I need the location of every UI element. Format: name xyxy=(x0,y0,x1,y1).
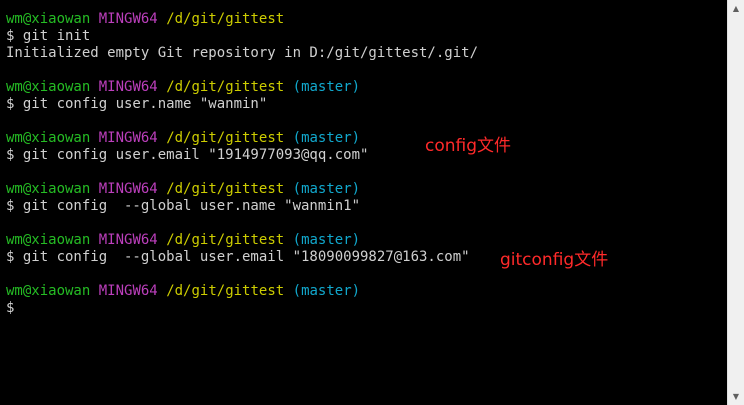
prompt-branch: (master) xyxy=(292,232,361,248)
scroll-up-arrow-icon[interactable]: ▲ xyxy=(728,0,744,17)
prompt-line: wm@xiaowan MINGW64 /d/git/gittest (maste… xyxy=(6,181,722,198)
prompt-system: MINGW64 xyxy=(98,79,158,95)
annotation-config: config文件 xyxy=(425,136,512,156)
command-prompt-input[interactable]: $ xyxy=(6,300,722,317)
prompt-path: /d/git/gittest xyxy=(166,11,285,27)
prompt-branch: (master) xyxy=(292,181,361,197)
command-line: $ git config user.email "1914977093@qq.c… xyxy=(6,147,369,163)
scroll-down-arrow-icon[interactable]: ▼ xyxy=(728,388,744,405)
command-output: Initialized empty Git repository in D:/g… xyxy=(6,45,479,61)
prompt-path: /d/git/gittest xyxy=(166,130,285,146)
prompt-line: wm@xiaowan MINGW64 /d/git/gittest (maste… xyxy=(6,130,722,147)
prompt-line: wm@xiaowan MINGW64 /d/git/gittest xyxy=(6,11,722,28)
prompt-system: MINGW64 xyxy=(98,283,158,299)
prompt-user-host: wm@xiaowan xyxy=(6,79,91,95)
prompt-user-host: wm@xiaowan xyxy=(6,283,91,299)
prompt-user-host: wm@xiaowan xyxy=(6,181,91,197)
command-line: $ git init xyxy=(6,28,91,44)
scroll-thumb[interactable] xyxy=(730,17,741,387)
prompt-user-host: wm@xiaowan xyxy=(6,130,91,146)
prompt-system: MINGW64 xyxy=(98,11,158,27)
prompt-branch: (master) xyxy=(292,283,361,299)
prompt-line: wm@xiaowan MINGW64 /d/git/gittest (maste… xyxy=(6,79,722,96)
terminal-window: wm@xiaowan MINGW64 /d/git/gittest $ git … xyxy=(0,0,744,405)
prompt-system: MINGW64 xyxy=(98,130,158,146)
prompt-system: MINGW64 xyxy=(98,181,158,197)
prompt-path: /d/git/gittest xyxy=(166,181,285,197)
prompt-user-host: wm@xiaowan xyxy=(6,11,91,27)
prompt-line: wm@xiaowan MINGW64 /d/git/gittest (maste… xyxy=(6,283,722,300)
prompt-branch: (master) xyxy=(292,130,361,146)
prompt-path: /d/git/gittest xyxy=(166,232,285,248)
terminal-output[interactable]: wm@xiaowan MINGW64 /d/git/gittest $ git … xyxy=(6,11,722,317)
command-line: $ git config --global user.email "180900… xyxy=(6,249,470,265)
prompt-path: /d/git/gittest xyxy=(166,283,285,299)
command-line: $ git config user.name "wanmin" xyxy=(6,96,268,112)
prompt-user-host: wm@xiaowan xyxy=(6,232,91,248)
prompt-line: wm@xiaowan MINGW64 /d/git/gittest (maste… xyxy=(6,232,722,249)
prompt-branch: (master) xyxy=(292,79,361,95)
vertical-scrollbar[interactable]: ▲ ▼ xyxy=(727,0,744,405)
prompt-path: /d/git/gittest xyxy=(166,79,285,95)
annotation-gitconfig: gitconfig文件 xyxy=(500,250,609,270)
command-line: $ git config --global user.name "wanmin1… xyxy=(6,198,361,214)
prompt-system: MINGW64 xyxy=(98,232,158,248)
